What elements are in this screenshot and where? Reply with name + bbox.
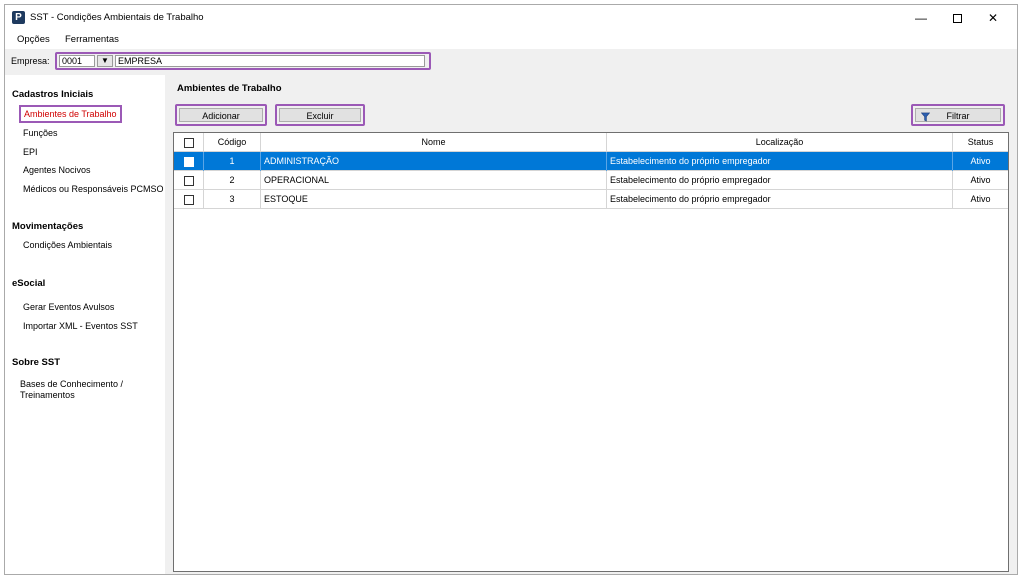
minimize-button[interactable]: — <box>903 5 939 31</box>
app-window: P SST - Condições Ambientais de Trabalho… <box>4 4 1018 575</box>
sidebar-item-gerar-eventos[interactable]: Gerar Eventos Avulsos <box>23 302 114 312</box>
row-checkbox[interactable] <box>184 176 194 186</box>
sidebar-section-cadastros: Cadastros Iniciais <box>12 89 94 100</box>
cell-status: Ativo <box>970 175 991 185</box>
sidebar-item-ambientes[interactable]: Ambientes de Trabalho <box>19 105 122 123</box>
column-header-localizacao[interactable]: Localização <box>607 133 953 152</box>
sidebar-item-funcoes[interactable]: Funções <box>23 128 58 138</box>
table-row[interactable]: 2 OPERACIONAL Estabelecimento do próprio… <box>174 171 1008 190</box>
filter-button[interactable]: Filtrar <box>911 104 1005 126</box>
cell-localizacao: Estabelecimento do próprio empregador <box>607 152 953 171</box>
app-logo-icon: P <box>12 11 25 24</box>
title-bar[interactable]: P SST - Condições Ambientais de Trabalho… <box>5 5 1017 31</box>
row-select-cell <box>174 152 204 171</box>
delete-button-label: Excluir <box>279 108 361 122</box>
header-select-cell <box>174 133 204 152</box>
page-title: Ambientes de Trabalho <box>177 83 282 94</box>
empresa-label: Empresa: <box>11 56 50 66</box>
sidebar-item-medicos[interactable]: Médicos ou Responsáveis PCMSO <box>23 184 164 194</box>
cell-status: Ativo <box>970 156 991 166</box>
sidebar-item-condicoes[interactable]: Condições Ambientais <box>23 240 112 250</box>
filter-icon <box>921 112 930 122</box>
column-header-status[interactable]: Status <box>953 133 1008 152</box>
sidebar-section-sobre: Sobre SST <box>12 357 61 368</box>
empresa-selector: 0001 ▼ EMPRESA <box>55 52 431 70</box>
cell-nome: ESTOQUE <box>261 190 607 209</box>
row-checkbox[interactable] <box>184 195 194 205</box>
table-header: Código Nome Localização Status <box>174 133 1008 152</box>
empresa-code-input[interactable]: 0001 <box>59 55 95 67</box>
column-header-nome[interactable]: Nome <box>261 133 607 152</box>
menu-ferramentas[interactable]: Ferramentas <box>65 34 119 45</box>
table-row[interactable]: 3 ESTOQUE Estabelecimento do próprio emp… <box>174 190 1008 209</box>
cell-status: Ativo <box>970 194 991 204</box>
window-title: SST - Condições Ambientais de Trabalho <box>30 12 204 23</box>
sidebar-item-epi[interactable]: EPI <box>23 147 38 157</box>
cell-nome: ADMINISTRAÇÃO <box>261 152 607 171</box>
sidebar-item-agentes[interactable]: Agentes Nocivos <box>23 165 91 175</box>
select-all-checkbox[interactable] <box>184 138 194 148</box>
add-button-label: Adicionar <box>179 108 263 122</box>
column-header-codigo[interactable]: Código <box>204 133 261 152</box>
cell-codigo: 3 <box>204 190 261 209</box>
cell-nome: OPERACIONAL <box>261 171 607 190</box>
delete-button[interactable]: Excluir <box>275 104 365 126</box>
sidebar-section-movimentacoes: Movimentações <box>12 221 84 232</box>
filter-button-label: Filtrar <box>946 111 970 121</box>
cell-localizacao: Estabelecimento do próprio empregador <box>607 190 953 209</box>
row-select-cell <box>174 190 204 209</box>
cell-localizacao: Estabelecimento do próprio empregador <box>607 171 953 190</box>
maximize-icon <box>952 14 962 24</box>
data-grid: Código Nome Localização Status 1 ADMINIS… <box>173 132 1009 572</box>
add-button[interactable]: Adicionar <box>175 104 267 126</box>
sidebar-item-bases-conhecimento[interactable]: Bases de Conhecimento / <box>20 379 123 389</box>
menu-bar: Opções Ferramentas <box>5 31 1017 49</box>
table-row[interactable]: 1 ADMINISTRAÇÃO Estabelecimento do própr… <box>174 152 1008 171</box>
sidebar-item-importar-xml[interactable]: Importar XML - Eventos SST <box>23 321 138 331</box>
empresa-dropdown-button[interactable]: ▼ <box>97 55 113 67</box>
row-checkbox[interactable] <box>184 157 194 167</box>
empresa-name-field[interactable]: EMPRESA <box>115 55 425 67</box>
cell-codigo: 2 <box>204 171 261 190</box>
cell-codigo: 1 <box>204 152 261 171</box>
sidebar: Cadastros Iniciais Ambientes de Trabalho… <box>5 75 165 574</box>
maximize-button[interactable] <box>939 5 975 31</box>
sidebar-section-esocial: eSocial <box>12 278 46 289</box>
menu-opcoes[interactable]: Opções <box>17 34 50 45</box>
close-button[interactable]: ✕ <box>975 5 1011 31</box>
filter-button-inner: Filtrar <box>915 108 1001 122</box>
row-select-cell <box>174 171 204 190</box>
sidebar-item-treinamentos[interactable]: Treinamentos <box>20 390 75 400</box>
empresa-bar: Empresa: 0001 ▼ EMPRESA <box>5 49 1017 71</box>
